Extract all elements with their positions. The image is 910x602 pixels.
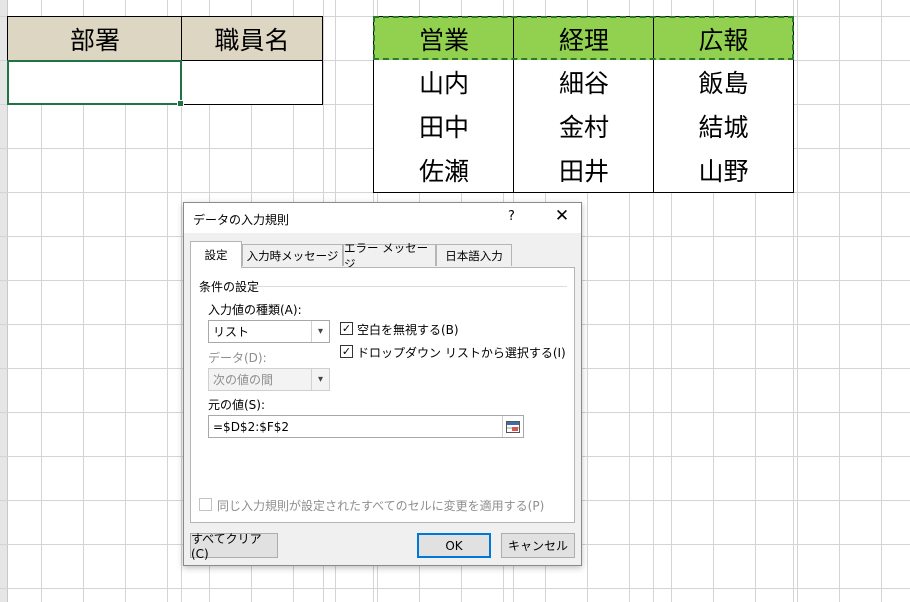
active-cell-selection[interactable] — [7, 60, 184, 107]
dialog-title: データの入力規則 — [193, 213, 290, 227]
chevron-down-icon: ▾ — [311, 369, 329, 390]
header-cell-staff-name[interactable]: 職員名 — [181, 16, 323, 61]
header-cell-department[interactable]: 部署 — [7, 16, 182, 61]
range-select-icon[interactable] — [502, 416, 523, 437]
tab-settings[interactable]: 設定 — [190, 241, 242, 268]
source-label: 元の値(S): — [208, 398, 266, 412]
chevron-down-icon[interactable]: ▾ — [311, 321, 329, 342]
table-cell[interactable]: 細谷 — [513, 60, 654, 105]
source-input[interactable]: =$D$2:$F$2 — [208, 415, 524, 438]
close-icon[interactable]: ✕ — [548, 206, 576, 226]
ignore-blank-label[interactable]: 空白を無視する(B) — [357, 321, 459, 338]
input-cell-staff-name[interactable] — [181, 60, 323, 105]
ignore-blank-checkbox[interactable]: ✓ — [340, 322, 353, 335]
group-label: 条件の設定 — [199, 280, 260, 294]
cancel-button[interactable]: キャンセル — [501, 533, 575, 558]
tab-error-message[interactable]: エラー メッセージ — [343, 241, 436, 271]
table-cell[interactable]: 佐瀬 — [373, 148, 514, 193]
data-label: データ(D): — [208, 351, 267, 365]
table-cell[interactable]: 結城 — [653, 104, 794, 149]
header-cell-accounting[interactable]: 経理 — [513, 16, 654, 61]
data-validation-dialog: データの入力規則 ? ✕ 設定 入力時メッセージ エラー メッセージ 日本語入力… — [183, 202, 582, 566]
group-divider — [257, 286, 567, 287]
tab-input-message[interactable]: 入力時メッセージ — [242, 244, 343, 266]
allow-select-value: リスト — [213, 325, 250, 339]
table-cell[interactable]: 山内 — [373, 60, 514, 105]
allow-label: 入力値の種類(A): — [208, 303, 302, 317]
data-select-value: 次の値の間 — [213, 373, 274, 387]
ok-button[interactable]: OK — [417, 533, 491, 558]
range-select-glyph — [506, 420, 520, 433]
header-cell-sales[interactable]: 営業 — [373, 16, 514, 61]
in-cell-dropdown-checkbox[interactable]: ✓ — [340, 345, 353, 358]
apply-all-checkbox — [199, 498, 212, 511]
table-cell[interactable]: 金村 — [513, 104, 654, 149]
allow-select[interactable]: リスト ▾ — [208, 320, 330, 343]
help-icon[interactable]: ? — [508, 209, 515, 224]
table-cell[interactable]: 山野 — [653, 148, 794, 193]
data-select: 次の値の間 ▾ — [208, 368, 330, 391]
table-cell[interactable]: 田井 — [513, 148, 654, 193]
tab-japanese-input[interactable]: 日本語入力 — [436, 244, 512, 266]
table-cell[interactable]: 田中 — [373, 104, 514, 149]
in-cell-dropdown-label[interactable]: ドロップダウン リストから選択する(I) — [357, 344, 566, 361]
gridline — [0, 588, 910, 589]
table-cell[interactable]: 飯島 — [653, 60, 794, 105]
header-cell-pr[interactable]: 広報 — [653, 16, 794, 61]
dialog-titlebar[interactable]: データの入力規則 ? ✕ — [184, 203, 581, 233]
source-input-value: =$D$2:$F$2 — [213, 419, 290, 434]
apply-all-label: 同じ入力規則が設定されたすべてのセルに変更を適用する(P) — [217, 499, 545, 513]
clear-all-button[interactable]: すべてクリア(C) — [190, 532, 278, 561]
